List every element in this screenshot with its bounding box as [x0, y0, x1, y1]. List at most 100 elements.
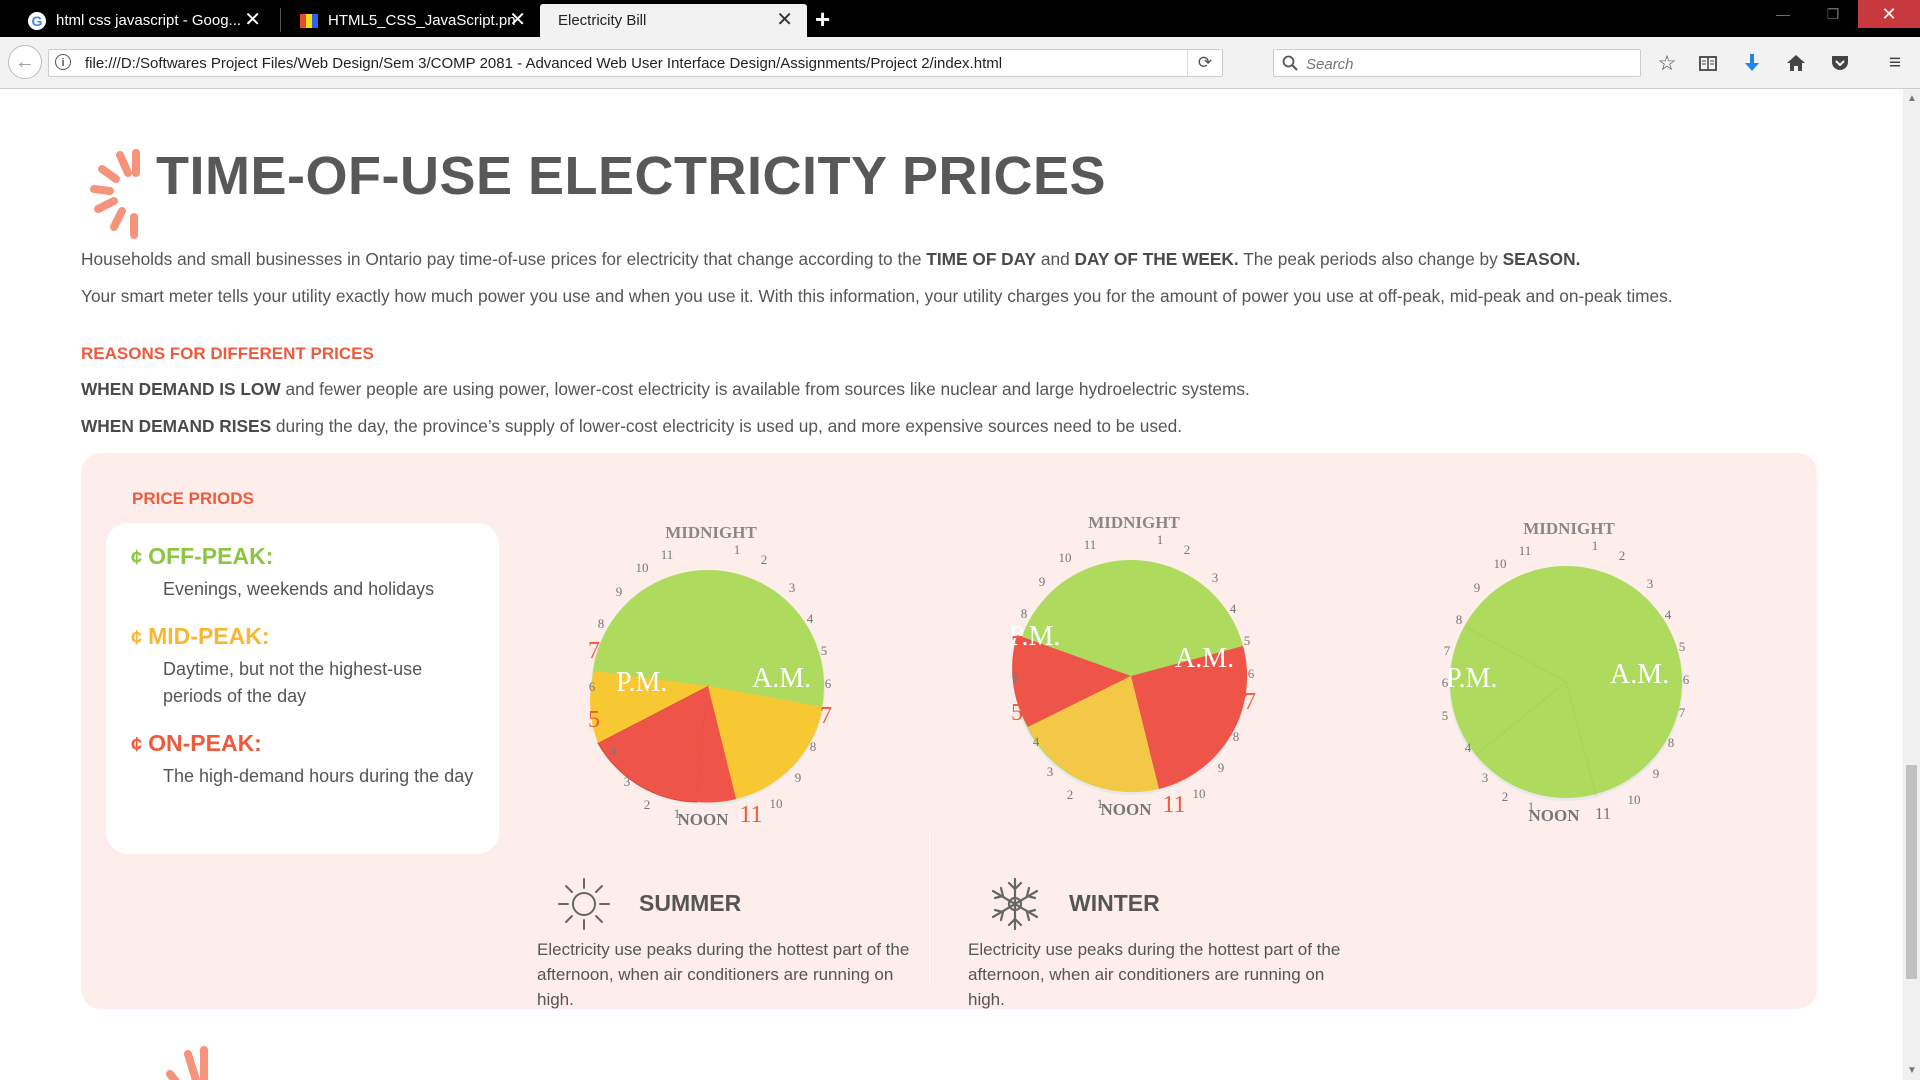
- browser-tab-bar: G html css javascript - Goog... ✕ HTML5_…: [0, 0, 1920, 37]
- price-periods-section: PRICE PRIODS ¢ OFF-PEAK: Evenings, weeken…: [81, 453, 1817, 1009]
- svg-text:5: 5: [1244, 633, 1251, 648]
- page-scrollbar[interactable]: ▲ ▼: [1903, 89, 1920, 1080]
- reload-icon[interactable]: ⟳: [1187, 50, 1222, 76]
- svg-text:11: 11: [1595, 804, 1611, 823]
- sun-icon: [558, 878, 610, 930]
- maximize-icon[interactable]: ❐: [1808, 0, 1858, 28]
- google-icon: G: [28, 11, 46, 30]
- svg-text:3: 3: [624, 774, 631, 789]
- scroll-down-icon[interactable]: ▼: [1907, 1065, 1917, 1076]
- svg-text:7: 7: [588, 638, 600, 664]
- svg-text:10: 10: [1059, 550, 1072, 565]
- svg-text:10: 10: [636, 560, 649, 575]
- svg-text:2: 2: [1502, 789, 1509, 804]
- legend-title: OFF-PEAK:: [148, 543, 274, 569]
- tab-label: HTML5_CSS_JavaScript.pn...: [328, 12, 516, 29]
- am-label: A.M.: [1175, 643, 1234, 674]
- close-icon[interactable]: ✕: [244, 10, 261, 30]
- svg-text:8: 8: [1021, 606, 1028, 621]
- svg-text:3: 3: [1482, 770, 1489, 785]
- tab-label: html css javascript - Goog...: [56, 12, 242, 29]
- svg-text:5: 5: [821, 643, 828, 658]
- svg-text:5: 5: [1679, 639, 1686, 654]
- minimize-icon[interactable]: —: [1758, 0, 1808, 28]
- svg-text:7: 7: [1679, 705, 1686, 720]
- tab-label: Electricity Bill: [558, 12, 647, 29]
- url-bar[interactable]: i file:///D:/Softwares Project Files/Web…: [48, 49, 1223, 77]
- browser-nav-bar: ← i file:///D:/Softwares Project Files/W…: [0, 37, 1920, 89]
- cent-icon: ¢: [131, 734, 143, 756]
- reasons-heading: REASONS FOR DIFFERENT PRICES: [81, 344, 374, 363]
- download-icon[interactable]: [1737, 49, 1767, 77]
- image-icon: [300, 13, 318, 28]
- window-close-icon[interactable]: ✕: [1858, 0, 1920, 28]
- season-divider: [929, 833, 930, 983]
- tab-google-search[interactable]: G html css javascript - Goog... ✕: [10, 4, 275, 37]
- svg-text:3: 3: [1047, 764, 1054, 779]
- svg-text:8: 8: [1456, 612, 1463, 627]
- tab-image[interactable]: HTML5_CSS_JavaScript.pn... ✕: [282, 4, 540, 37]
- svg-text:8: 8: [810, 739, 817, 754]
- page-title: TIME-OF-USE ELECTRICITY PRICES: [156, 146, 1107, 206]
- svg-text:7: 7: [1444, 643, 1451, 658]
- weekend-clock: MIDNIGHT P.M. A.M. 123 456 789 101110 98…: [1442, 519, 1690, 825]
- pocket-icon[interactable]: [1825, 49, 1855, 77]
- info-icon[interactable]: i: [55, 54, 71, 70]
- midnight-label: MIDNIGHT: [665, 523, 757, 542]
- winter-title: WINTER: [1069, 890, 1160, 916]
- price-periods-heading: PRICE PRIODS: [132, 489, 254, 508]
- svg-text:5: 5: [1442, 708, 1449, 723]
- svg-text:4: 4: [1230, 601, 1237, 616]
- svg-text:9: 9: [1653, 766, 1660, 781]
- svg-text:7: 7: [1011, 632, 1023, 658]
- search-bar[interactable]: [1273, 49, 1641, 77]
- winter-description: Electricity use peaks during the hottest…: [968, 940, 1341, 1009]
- am-label: A.M.: [1610, 659, 1669, 690]
- svg-text:2: 2: [644, 797, 651, 812]
- legend-off-peak: ¢ OFF-PEAK: Evenings, weekends and holida…: [131, 543, 483, 603]
- close-icon[interactable]: ✕: [776, 10, 793, 30]
- svg-text:9: 9: [1218, 760, 1225, 775]
- close-icon[interactable]: ✕: [509, 10, 526, 30]
- noon-label: NOON: [678, 810, 730, 829]
- svg-text:10: 10: [1494, 556, 1507, 571]
- summer-title: SUMMER: [639, 890, 742, 916]
- summer-description: Electricity use peaks during the hottest…: [537, 940, 910, 1009]
- snowflake-icon: [991, 877, 1039, 931]
- search-input[interactable]: [1304, 53, 1628, 75]
- svg-text:8: 8: [1233, 729, 1240, 744]
- svg-text:11: 11: [1162, 792, 1185, 818]
- summer-clock: MIDNIGHT P.M. A.M. 123 456 8910 11109 86…: [588, 523, 832, 829]
- svg-text:2: 2: [761, 552, 768, 567]
- intro-paragraph-1: Households and small businesses in Ontar…: [81, 249, 1581, 269]
- window-controls: — ❐ ✕: [1758, 0, 1920, 28]
- svg-text:6: 6: [1683, 672, 1690, 687]
- svg-text:11: 11: [661, 547, 674, 562]
- svg-text:6: 6: [1012, 669, 1019, 684]
- legend-card: ¢ OFF-PEAK: Evenings, weekends and holida…: [106, 523, 499, 854]
- svg-text:4: 4: [1465, 740, 1472, 755]
- reading-list-icon[interactable]: [1693, 49, 1723, 77]
- noon-label: NOON: [1529, 806, 1581, 825]
- svg-text:3: 3: [1647, 576, 1654, 591]
- back-arrow-icon[interactable]: ←: [8, 45, 42, 79]
- new-tab-icon[interactable]: +: [815, 6, 830, 32]
- svg-text:4: 4: [1033, 734, 1040, 749]
- svg-text:4: 4: [610, 744, 617, 759]
- scroll-thumb[interactable]: [1906, 765, 1917, 979]
- svg-text:6: 6: [589, 679, 596, 694]
- bookmark-star-icon[interactable]: ☆: [1652, 49, 1682, 77]
- svg-text:9: 9: [1039, 574, 1046, 589]
- home-icon[interactable]: [1781, 49, 1811, 77]
- clock-face: [1012, 560, 1248, 795]
- scroll-up-icon[interactable]: ▲: [1907, 93, 1917, 104]
- reason-low-demand: WHEN DEMAND IS LOW and fewer people are …: [81, 379, 1250, 399]
- tab-electricity-bill[interactable]: Electricity Bill ✕: [540, 4, 807, 37]
- svg-text:5: 5: [588, 707, 600, 733]
- next-section-spinner-icon: [166, 1046, 208, 1080]
- svg-text:1: 1: [1592, 538, 1599, 553]
- url-text[interactable]: file:///D:/Softwares Project Files/Web D…: [85, 55, 1002, 72]
- search-icon: [1282, 55, 1298, 71]
- menu-icon[interactable]: ≡: [1880, 49, 1910, 77]
- legend-title: MID-PEAK:: [148, 623, 270, 649]
